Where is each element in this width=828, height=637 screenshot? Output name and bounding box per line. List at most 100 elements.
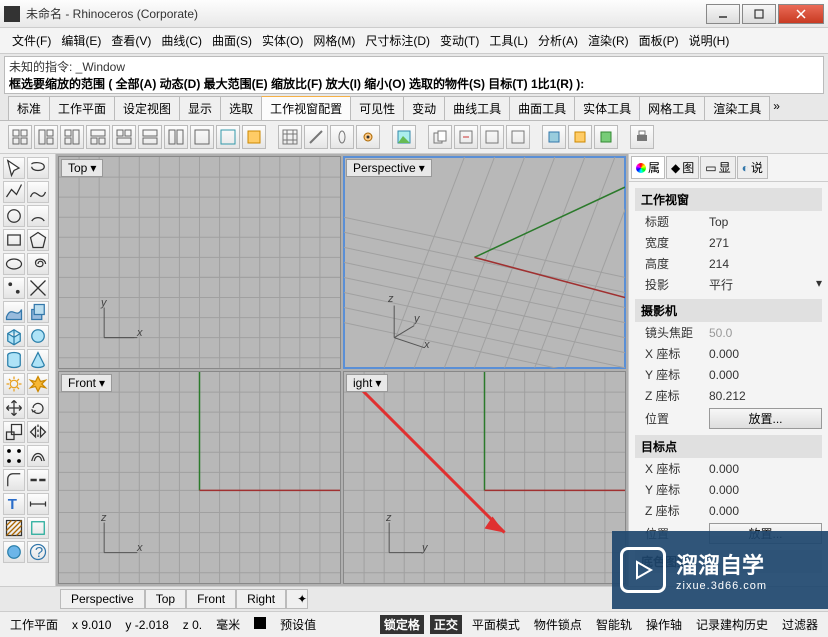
status-filter[interactable]: 过滤器 (778, 616, 822, 633)
ellipse-icon[interactable] (3, 253, 25, 275)
status-planar[interactable]: 平面模式 (468, 616, 524, 633)
layout-2v-icon[interactable] (164, 125, 188, 149)
menu-render[interactable]: 渲染(R) (584, 30, 633, 51)
panel-tab-layers[interactable]: ◆图 (666, 156, 699, 179)
tab-transform[interactable]: 变动 (403, 96, 445, 120)
scale-icon[interactable] (3, 421, 25, 443)
grid-icon[interactable] (278, 125, 302, 149)
menu-solid[interactable]: 实体(O) (258, 30, 307, 51)
bring-viewport-icon[interactable] (480, 125, 504, 149)
curve-icon[interactable] (27, 181, 49, 203)
join-icon[interactable] (27, 469, 49, 491)
place-camera-button[interactable]: 放置... (709, 408, 822, 429)
trim-icon[interactable] (27, 277, 49, 299)
viewport-right-label[interactable]: ight ▾ (346, 374, 388, 392)
lasso-icon[interactable] (27, 157, 49, 179)
print-icon[interactable] (630, 125, 654, 149)
gear-icon[interactable] (3, 373, 25, 395)
cone-icon[interactable] (27, 349, 49, 371)
tab-mesh-tools[interactable]: 网格工具 (639, 96, 705, 120)
tab-cplane[interactable]: 工作平面 (49, 96, 115, 120)
menu-edit[interactable]: 编辑(E) (57, 30, 105, 51)
btab-right[interactable]: Right (236, 589, 286, 609)
ruler-icon[interactable] (304, 125, 328, 149)
tab-render-tools[interactable]: 渲染工具 (704, 96, 770, 120)
tab-scroll-icon[interactable]: » (769, 96, 784, 120)
tab-standard[interactable]: 标准 (8, 96, 50, 120)
panel-tab-display[interactable]: ▭显 (700, 156, 735, 179)
pointedit-icon[interactable] (3, 277, 25, 299)
layout-new-icon[interactable] (216, 125, 240, 149)
rendered-icon[interactable] (594, 125, 618, 149)
prop-cam-x[interactable]: 0.000 (709, 347, 822, 361)
menu-transform[interactable]: 变动(T) (436, 30, 483, 51)
menu-file[interactable]: 文件(F) (8, 30, 55, 51)
btab-top[interactable]: Top (145, 589, 186, 609)
menu-help[interactable]: 说明(H) (685, 30, 734, 51)
layout-3right-icon[interactable] (60, 125, 84, 149)
viewport-perspective[interactable]: z y x Perspective ▾ (343, 156, 626, 369)
status-smarttrack[interactable]: 智能轨 (592, 616, 636, 633)
camera-icon[interactable] (356, 125, 380, 149)
cylinder-icon[interactable] (3, 349, 25, 371)
tab-solid-tools[interactable]: 实体工具 (574, 96, 640, 120)
tab-viewport-layout[interactable]: 工作视窗配置 (261, 96, 351, 120)
status-gumball[interactable]: 操作轴 (642, 616, 686, 633)
menu-panels[interactable]: 面板(P) (635, 30, 683, 51)
prop-tgt-y[interactable]: 0.000 (709, 483, 822, 497)
btab-add[interactable]: ✦ (286, 589, 308, 609)
menu-view[interactable]: 查看(V) (107, 30, 155, 51)
panel-tab-help[interactable]: ◐说 (737, 156, 768, 179)
hatch-icon[interactable] (3, 517, 25, 539)
maximize-button[interactable] (742, 4, 776, 24)
tab-surface-tools[interactable]: 曲面工具 (509, 96, 575, 120)
tab-display[interactable]: 显示 (179, 96, 221, 120)
pointer-icon[interactable] (3, 157, 25, 179)
viewport-top[interactable]: y x Top ▾ (58, 156, 341, 369)
sphere-icon[interactable] (27, 325, 49, 347)
prop-tgt-x[interactable]: 0.000 (709, 462, 822, 476)
layout-settings-icon[interactable] (242, 125, 266, 149)
btab-perspective[interactable]: Perspective (60, 589, 145, 609)
mirror-icon[interactable] (27, 421, 49, 443)
send-viewport-icon[interactable] (506, 125, 530, 149)
box-icon[interactable] (3, 325, 25, 347)
explode-icon[interactable] (27, 373, 49, 395)
layout-3bottom-icon[interactable] (112, 125, 136, 149)
status-gridsnap[interactable]: 锁定格 (380, 615, 424, 634)
tab-curve-tools[interactable]: 曲线工具 (444, 96, 510, 120)
viewport-top-label[interactable]: Top ▾ (61, 159, 103, 177)
tab-setview[interactable]: 设定视图 (114, 96, 180, 120)
background-image-icon[interactable] (392, 125, 416, 149)
rename-viewport-icon[interactable] (454, 125, 478, 149)
menu-dimension[interactable]: 尺寸标注(D) (361, 30, 434, 51)
help-icon[interactable]: ? (27, 541, 49, 563)
spiral-icon[interactable] (27, 253, 49, 275)
polyline-icon[interactable] (3, 181, 25, 203)
menu-surface[interactable]: 曲面(S) (208, 30, 256, 51)
menu-curve[interactable]: 曲线(C) (157, 30, 206, 51)
menu-mesh[interactable]: 网格(M) (309, 30, 359, 51)
text-icon[interactable]: T (3, 493, 25, 515)
rectangle-icon[interactable] (3, 229, 25, 251)
tab-visibility[interactable]: 可见性 (350, 96, 404, 120)
viewport-right[interactable]: z y ight ▾ (343, 371, 626, 584)
tab-select[interactable]: 选取 (220, 96, 262, 120)
array-icon[interactable] (3, 445, 25, 467)
status-ortho[interactable]: 正交 (430, 615, 462, 634)
status-preset[interactable]: 预设值 (276, 616, 320, 633)
close-button[interactable] (778, 4, 824, 24)
layout-3top-icon[interactable] (86, 125, 110, 149)
menu-tools[interactable]: 工具(L) (485, 30, 532, 51)
circle-icon[interactable] (3, 205, 25, 227)
layout-4view-icon[interactable] (8, 125, 32, 149)
layout-1-icon[interactable] (190, 125, 214, 149)
prop-width-value[interactable]: 271 (709, 236, 822, 250)
copy-viewport-icon[interactable] (428, 125, 452, 149)
offset-icon[interactable] (27, 445, 49, 467)
status-history[interactable]: 记录建构历史 (692, 616, 772, 633)
shaded-icon[interactable] (568, 125, 592, 149)
layout-3left-icon[interactable] (34, 125, 58, 149)
command-area[interactable]: 未知的指令: _Window 框选要缩放的范围 ( 全部(A) 动态(D) 最大… (4, 56, 824, 94)
render-icon[interactable] (3, 541, 25, 563)
